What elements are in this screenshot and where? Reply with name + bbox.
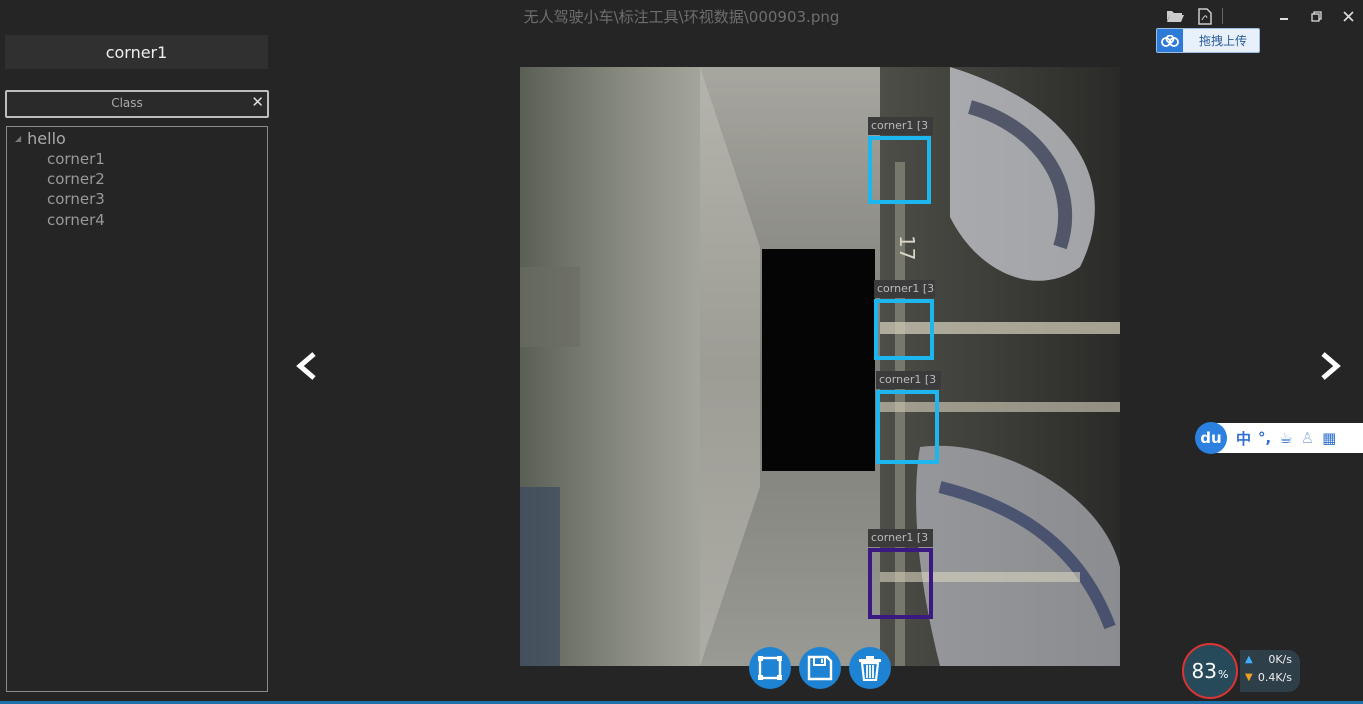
- upload-speed: 0K/s: [1268, 652, 1292, 666]
- annotation-label: corner1 [3: [876, 371, 941, 389]
- annotation-box[interactable]: [868, 548, 933, 619]
- baidu-ime-logo[interactable]: du: [1195, 422, 1227, 454]
- upload-arrow-icon: ▲: [1245, 653, 1253, 665]
- tree-item-corner3[interactable]: corner3: [47, 190, 105, 208]
- restore-icon[interactable]: [1305, 6, 1327, 26]
- ime-punct-toggle[interactable]: °,: [1258, 429, 1271, 447]
- folder-open-icon[interactable]: [1164, 6, 1186, 26]
- network-monitor[interactable]: 83% ▲ 0K/s ▼ 0.4K/s: [1182, 643, 1302, 699]
- draw-rect-icon: [758, 656, 782, 680]
- save-icon: [807, 655, 833, 681]
- clear-icon[interactable]: ✕: [251, 93, 264, 111]
- previous-image-icon[interactable]: [292, 348, 322, 384]
- speed-panel: ▲ 0K/s ▼ 0.4K/s: [1240, 650, 1300, 692]
- export-pdf-icon[interactable]: [1194, 6, 1216, 26]
- download-arrow-icon: ▼: [1245, 671, 1253, 683]
- close-icon[interactable]: [1337, 6, 1359, 26]
- tree-root-hello[interactable]: ◢ hello: [15, 129, 66, 148]
- memory-gauge: 83%: [1182, 643, 1238, 699]
- annotation-label: corner1 [3: [874, 280, 935, 298]
- grid-icon[interactable]: ▦: [1322, 429, 1336, 447]
- download-speed: 0.4K/s: [1257, 670, 1292, 684]
- percent-unit: %: [1218, 667, 1229, 681]
- tree-item-corner1[interactable]: corner1: [47, 150, 105, 168]
- drag-upload-button[interactable]: 拖拽上传: [1156, 28, 1260, 53]
- ime-mode-toggle[interactable]: 中: [1236, 428, 1251, 449]
- class-search-box: ✕: [5, 90, 269, 118]
- next-image-icon[interactable]: [1315, 348, 1345, 384]
- svg-text:17: 17: [895, 235, 919, 260]
- annotation-label: corner1 [3: [868, 117, 933, 135]
- tree-root-label: hello: [27, 129, 66, 148]
- tree-item-corner4[interactable]: corner4: [47, 211, 105, 229]
- class-search-input[interactable]: [7, 92, 247, 114]
- cup-icon[interactable]: ☕: [1279, 429, 1292, 447]
- window-controls: [1164, 5, 1363, 27]
- annotation-box[interactable]: [876, 390, 939, 464]
- delete-button[interactable]: [849, 647, 891, 689]
- upload-label: 拖拽上传: [1199, 34, 1248, 48]
- draw-rect-button[interactable]: [749, 647, 791, 689]
- cloud-icon: [1157, 29, 1183, 52]
- memory-percent: 83: [1191, 659, 1217, 683]
- annotation-box[interactable]: [874, 299, 934, 360]
- trash-icon: [859, 656, 881, 681]
- annotation-label: corner1 [3: [868, 529, 933, 547]
- divider: [1222, 8, 1223, 24]
- window-title: 无人驾驶小车\标注工具\环视数据\000903.png: [523, 8, 840, 26]
- selected-class-label: corner1: [5, 35, 268, 69]
- save-button[interactable]: [799, 647, 841, 689]
- surround-view-image[interactable]: 17: [520, 67, 1120, 666]
- expand-triangle-icon[interactable]: ◢: [15, 134, 21, 143]
- annotation-box[interactable]: [868, 136, 931, 204]
- user-icon[interactable]: ♙: [1301, 429, 1314, 447]
- tree-item-corner2[interactable]: corner2: [47, 170, 105, 188]
- parking-scene: 17: [520, 67, 1120, 666]
- minimize-icon[interactable]: [1273, 6, 1295, 26]
- ime-toolbar: du 中 °, ☕ ♙ ▦: [1195, 422, 1363, 454]
- class-tree: ◢ hello corner1 corner2 corner3 corner4: [6, 126, 268, 692]
